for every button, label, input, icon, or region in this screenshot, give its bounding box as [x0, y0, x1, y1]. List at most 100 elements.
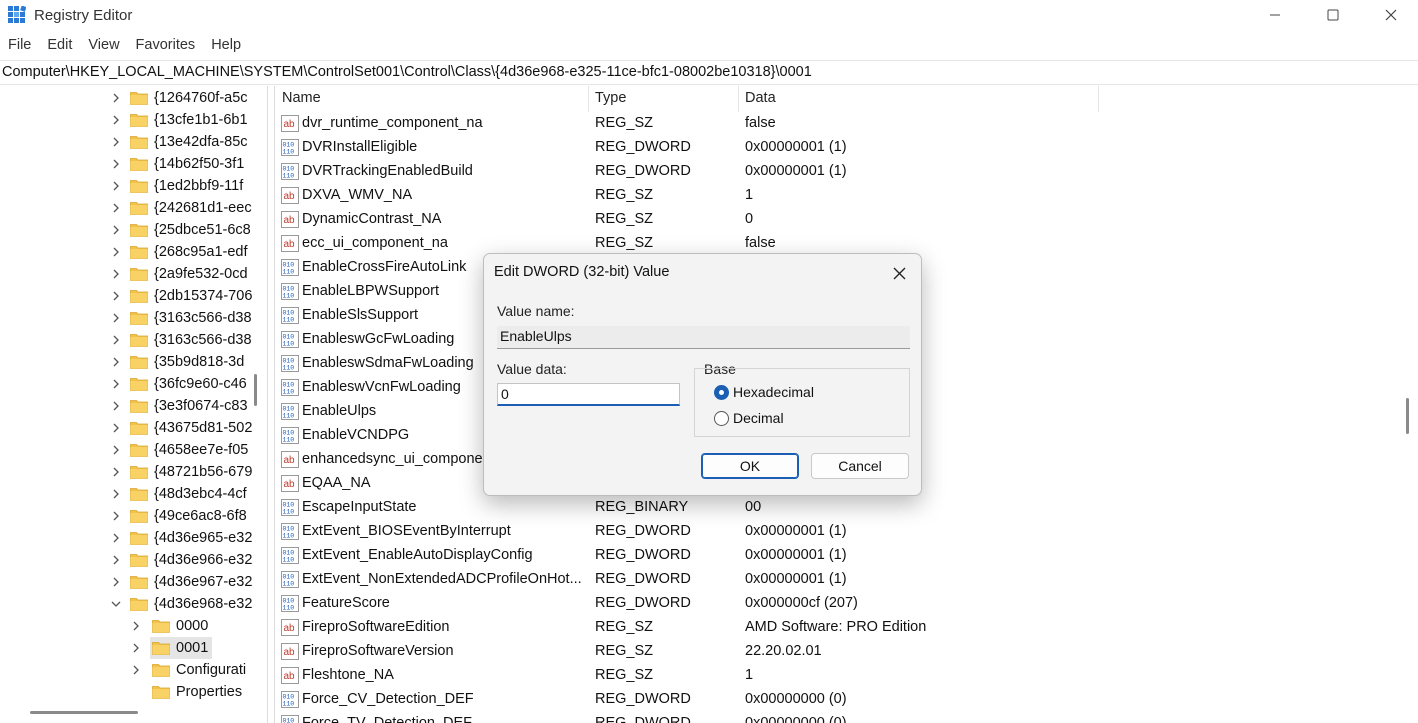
tree-item[interactable]: {4d36e967-e32 [110, 571, 252, 593]
chevron-right-icon[interactable] [130, 620, 142, 632]
tree-item[interactable]: {268c95a1-edf [110, 241, 248, 263]
tree-item[interactable]: {4d36e968-e32 [110, 593, 252, 615]
column-separator[interactable] [588, 86, 589, 112]
tree-item[interactable]: 0000 [130, 615, 212, 637]
radio-hexadecimal-label[interactable]: Hexadecimal [733, 384, 814, 400]
list-row[interactable]: 010 110 ExtEvent_BIOSEventByInterrupt REG_D… [276, 520, 1418, 544]
minimize-button[interactable] [1246, 0, 1304, 30]
chevron-right-icon[interactable] [110, 158, 122, 170]
tree-item[interactable]: {13cfe1b1-6b1 [110, 109, 248, 131]
radio-hexadecimal[interactable]: Hexadecimal [714, 384, 814, 400]
list-row[interactable]: 010 110 EscapeInputState REG_BINARY 00 [276, 496, 1418, 520]
chevron-right-icon[interactable] [110, 532, 122, 544]
maximize-button[interactable] [1304, 0, 1362, 30]
tree-item[interactable]: {13e42dfa-85c [110, 131, 248, 153]
chevron-right-icon[interactable] [110, 114, 122, 126]
tree-item[interactable]: {48721b56-679 [110, 461, 252, 483]
tree-item[interactable]: 0001 [130, 637, 213, 659]
radio-button-checked[interactable] [714, 384, 729, 400]
tree-item[interactable]: {4d36e966-e32 [110, 549, 252, 571]
chevron-right-icon[interactable] [110, 554, 122, 566]
tree-item[interactable]: {48d3ebc4-4cf [110, 483, 247, 505]
chevron-right-icon[interactable] [110, 312, 122, 324]
menu-help[interactable]: Help [203, 34, 249, 58]
tree-item[interactable]: Properties [130, 681, 246, 703]
chevron-down-icon[interactable] [110, 598, 122, 610]
tree-item[interactable]: {14b62f50-3f1 [110, 153, 244, 175]
list-row[interactable]: 010 110 Force_CV_Detection_DEF REG_DWORD 0x0… [276, 688, 1418, 712]
chevron-right-icon[interactable] [110, 400, 122, 412]
radio-button-unchecked[interactable] [714, 410, 729, 426]
radio-decimal-label[interactable]: Decimal [733, 410, 784, 426]
tree-item[interactable]: Configurati [130, 659, 250, 681]
tree-item[interactable]: {25dbce51-6c8 [110, 219, 251, 241]
list-row[interactable]: ab FireproSoftwareVersion REG_SZ 22.20.02.0… [276, 640, 1418, 664]
column-separator[interactable] [738, 86, 739, 112]
menu-view[interactable]: View [80, 34, 127, 58]
list-row[interactable]: 010 110 FeatureScore REG_DWORD 0x000000cf (2… [276, 592, 1418, 616]
chevron-right-icon[interactable] [110, 466, 122, 478]
chevron-right-icon[interactable] [110, 422, 122, 434]
column-header-name[interactable]: Name [282, 90, 321, 106]
chevron-right-icon[interactable] [110, 92, 122, 104]
chevron-right-icon[interactable] [110, 510, 122, 522]
tree-item[interactable]: {4d36e965-e32 [110, 527, 252, 549]
close-button[interactable] [1362, 0, 1418, 30]
menu-favorites[interactable]: Favorites [128, 34, 204, 58]
menu-file[interactable]: File [0, 34, 39, 58]
tree-item[interactable]: {2a9fe532-0cd [110, 263, 248, 285]
chevron-right-icon[interactable] [110, 268, 122, 280]
ok-button[interactable]: OK [701, 453, 799, 479]
chevron-right-icon[interactable] [110, 378, 122, 390]
column-separator[interactable] [1098, 86, 1099, 112]
list-row[interactable]: ab DXVA_WMV_NA REG_SZ 1 [276, 184, 1418, 208]
chevron-right-icon[interactable] [110, 202, 122, 214]
tree-item[interactable]: {3163c566-d38 [110, 307, 252, 329]
value-data-input[interactable] [497, 383, 680, 406]
chevron-right-icon[interactable] [110, 224, 122, 236]
key-tree-pane[interactable]: {1264760f-a5c {13cfe1b1-6b1 {13e42dfa-85c {… [0, 86, 268, 723]
list-row[interactable]: ab DynamicContrast_NA REG_SZ 0 [276, 208, 1418, 232]
tree-item[interactable]: {35b9d818-3d [110, 351, 244, 373]
chevron-right-icon[interactable] [130, 664, 142, 676]
tree-item[interactable]: {1264760f-a5c [110, 87, 248, 109]
list-row[interactable]: 010 110 DVRInstallEligible REG_DWORD 0x00000… [276, 136, 1418, 160]
chevron-right-icon[interactable] [110, 334, 122, 346]
tree-item[interactable]: {3e3f0674-c83 [110, 395, 248, 417]
chevron-right-icon[interactable] [110, 246, 122, 258]
tree-horizontal-scrollbar[interactable] [30, 711, 138, 714]
chevron-right-icon[interactable] [110, 136, 122, 148]
column-header-data[interactable]: Data [745, 90, 776, 106]
column-header-type[interactable]: Type [595, 90, 626, 106]
pane-splitter[interactable] [268, 86, 275, 723]
tree-item[interactable]: {43675d81-502 [110, 417, 252, 439]
tree-item[interactable]: {242681d1-eec [110, 197, 252, 219]
tree-item[interactable]: {49ce6ac8-6f8 [110, 505, 247, 527]
list-row[interactable]: 010 110 ExtEvent_EnableAutoDisplayConfig RE… [276, 544, 1418, 568]
dialog-close-button[interactable] [888, 262, 910, 284]
tree-item[interactable]: {1ed2bbf9-11f [110, 175, 243, 197]
tree-item[interactable]: {2db15374-706 [110, 285, 252, 307]
list-row[interactable]: ab dvr_runtime_component_na REG_SZ false [276, 112, 1418, 136]
tree-vertical-scrollbar[interactable] [254, 374, 257, 406]
menu-edit[interactable]: Edit [39, 34, 80, 58]
tree-item[interactable]: {3163c566-d38 [110, 329, 252, 351]
chevron-right-icon[interactable] [110, 356, 122, 368]
chevron-right-icon[interactable] [110, 180, 122, 192]
address-bar[interactable]: Computer\HKEY_LOCAL_MACHINE\SYSTEM\Contr… [0, 60, 1418, 85]
tree-item[interactable]: {4658ee7e-f05 [110, 439, 248, 461]
chevron-right-icon[interactable] [110, 444, 122, 456]
address-path[interactable]: Computer\HKEY_LOCAL_MACHINE\SYSTEM\Contr… [2, 64, 812, 80]
list-row[interactable]: ab FireproSoftwareEdition REG_SZ AMD Softwa… [276, 616, 1418, 640]
list-row[interactable]: 010 110 DVRTrackingEnabledBuild REG_DWORD 0x… [276, 160, 1418, 184]
chevron-right-icon[interactable] [110, 488, 122, 500]
list-row[interactable]: 010 110 ExtEvent_NonExtendedADCProfileOnHo… [276, 568, 1418, 592]
tree-item[interactable]: {36fc9e60-c46 [110, 373, 247, 395]
list-row[interactable]: 010110Force_TV_Detection_DEF REG_DWORD 0x0… [276, 712, 1418, 723]
list-row[interactable]: ab Fleshtone_NA REG_SZ 1 [276, 664, 1418, 688]
chevron-right-icon[interactable] [110, 290, 122, 302]
chevron-right-icon[interactable] [130, 642, 142, 654]
chevron-right-icon[interactable] [110, 576, 122, 588]
radio-decimal[interactable]: Decimal [714, 410, 784, 426]
cancel-button[interactable]: Cancel [811, 453, 909, 479]
